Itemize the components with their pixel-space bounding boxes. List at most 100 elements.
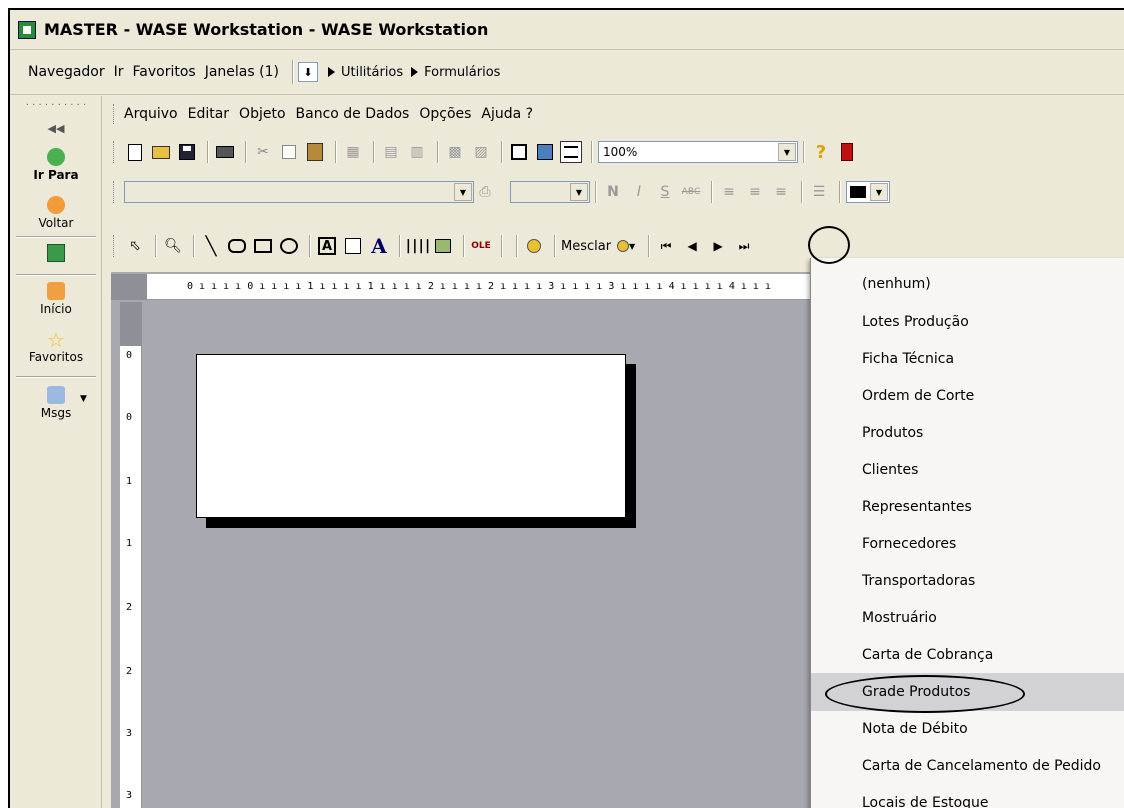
align-button[interactable]: ▦	[342, 141, 364, 163]
memo-button[interactable]	[342, 235, 364, 257]
chevron-down-icon[interactable]: ▼	[80, 394, 87, 404]
menu-opcoes[interactable]: Opções	[419, 106, 471, 122]
barcode-icon: ||||	[404, 238, 432, 254]
menu-item-lotes-producao[interactable]: Lotes Produção	[811, 303, 1124, 341]
nav-down-arrow-button[interactable]: ⬇	[297, 62, 318, 82]
merge-dropdown-button[interactable]: ▼	[613, 235, 639, 257]
datasource-button[interactable]	[523, 235, 545, 257]
view-button-1[interactable]	[508, 141, 530, 163]
collapse-chevron-icon[interactable]: ◀◀	[10, 122, 102, 135]
menu-objeto[interactable]: Objeto	[239, 106, 285, 122]
menu-item-carta-de-cancelamento[interactable]: Carta de Cancelamento de Pedido	[811, 747, 1124, 785]
grid2-button[interactable]: ▥	[406, 141, 428, 163]
ole-button[interactable]: OLE	[470, 235, 492, 257]
menu-item-mostruario[interactable]: Mostruário	[811, 599, 1124, 637]
zoom-button[interactable]: 🔍︎	[162, 235, 184, 257]
next-record-button[interactable]: ▶	[707, 235, 729, 257]
menu-item-nenhum[interactable]: (nenhum)	[811, 265, 1124, 303]
chevron-down-icon[interactable]: ▼	[778, 143, 796, 161]
copy-button[interactable]	[278, 141, 300, 163]
menu-item-ficha-tecnica[interactable]: Ficha Técnica	[811, 340, 1124, 378]
menu-item-produtos[interactable]: Produtos	[811, 414, 1124, 452]
chevron-down-icon[interactable]: ▼	[454, 183, 472, 201]
report-rectangle[interactable]	[196, 354, 626, 518]
sidebar-item-msgs[interactable]: Msgs ▼	[10, 386, 102, 420]
toolbar-separator	[155, 235, 157, 257]
menu-item-representantes[interactable]: Representantes	[811, 488, 1124, 526]
ruler-number: 2	[126, 602, 133, 613]
italic-button[interactable]: I	[628, 181, 650, 203]
menu-item-ordem-de-corte[interactable]: Ordem de Corte	[811, 377, 1124, 415]
menu-arquivo[interactable]: Arquivo	[124, 106, 178, 122]
rect-button[interactable]	[252, 235, 274, 257]
menu-item-locais-de-estoque[interactable]: Locais de Estoque	[811, 784, 1124, 808]
view-button-2[interactable]	[534, 141, 556, 163]
ungroup-button[interactable]: ▨	[470, 141, 492, 163]
breadcrumb-item-formularios[interactable]: Formulários	[424, 65, 500, 80]
line-button[interactable]: ╲	[200, 235, 222, 257]
barcode-button[interactable]: ||||	[404, 235, 432, 257]
prev-record-button[interactable]: ◀	[681, 235, 703, 257]
toolbar-separator	[373, 141, 375, 163]
menu-ir[interactable]: Ir	[114, 64, 124, 80]
sidebar-item-voltar[interactable]: Voltar	[10, 196, 102, 230]
toolbar-separator	[801, 181, 803, 203]
menu-editar[interactable]: Editar	[188, 106, 229, 122]
pointer-button[interactable]: ⬁	[124, 235, 146, 257]
refresh-button[interactable]	[10, 244, 102, 262]
chevron-down-icon[interactable]: ▼	[570, 183, 588, 201]
ellipse-button[interactable]	[278, 235, 300, 257]
menu-favoritos[interactable]: Favoritos	[133, 64, 196, 80]
menu-item-transportadoras[interactable]: Transportadoras	[811, 562, 1124, 600]
merge-dropdown-menu: (nenhum) Lotes Produção Ficha Técnica Or…	[810, 258, 1124, 808]
font-name-combo[interactable]: ▼	[124, 181, 474, 203]
horizontal-ruler: 0 ı ı ı ı 0 ı ı ı ı 1 ı ı ı ı 1 ı ı ı ı …	[147, 274, 827, 300]
menu-banco-de-dados[interactable]: Banco de Dados	[296, 106, 410, 122]
sidebar-item-inicio[interactable]: Início	[10, 282, 102, 316]
sidebar-item-favoritos[interactable]: ☆ Favoritos	[10, 330, 102, 364]
menu-navegador[interactable]: Navegador	[28, 64, 105, 80]
database-icon	[527, 239, 541, 253]
strike-button[interactable]: ABC	[680, 181, 702, 203]
paste-button[interactable]	[304, 141, 326, 163]
font-size-combo[interactable]: ▼	[510, 181, 590, 203]
save-button[interactable]	[176, 141, 198, 163]
list-button[interactable]: ☰	[808, 181, 830, 203]
chevron-down-icon[interactable]: ▼	[870, 183, 888, 201]
textbox-button[interactable]: A	[316, 235, 338, 257]
sidebar-item-ir-para[interactable]: Ir Para	[10, 148, 102, 182]
grid-button[interactable]: ▤	[380, 141, 402, 163]
align-left-icon: ≡	[723, 184, 735, 200]
sidebar-grip[interactable]: · · · · · · · · · ·	[10, 100, 102, 111]
menu-item-carta-de-cobranca[interactable]: Carta de Cobrança	[811, 636, 1124, 674]
image-button[interactable]	[432, 235, 454, 257]
first-record-button[interactable]: ⏮︎	[655, 235, 677, 257]
label-button[interactable]: A	[368, 234, 390, 258]
prev-record-icon: ◀	[687, 239, 697, 253]
last-record-button[interactable]: ⏭︎	[733, 235, 755, 257]
help-button[interactable]: ?	[810, 141, 832, 163]
print-button[interactable]	[214, 141, 236, 163]
print-dropdown-button[interactable]: ⎙	[474, 181, 496, 203]
breadcrumb-item-utilitarios[interactable]: Utilitários	[341, 65, 403, 80]
align-center-button[interactable]: ≡	[744, 181, 766, 203]
new-button[interactable]	[124, 141, 146, 163]
menu-ajuda[interactable]: Ajuda ?	[481, 106, 533, 122]
zoom-combo[interactable]: 100% ▼	[598, 141, 798, 163]
menu-item-nota-de-debito[interactable]: Nota de Débito	[811, 710, 1124, 748]
menu-janelas[interactable]: Janelas (1)	[205, 64, 279, 80]
exit-button[interactable]	[836, 141, 858, 163]
group-button[interactable]: ▩	[444, 141, 466, 163]
color-combo[interactable]: ▼	[846, 181, 890, 203]
open-button[interactable]	[150, 141, 172, 163]
menu-item-clientes[interactable]: Clientes	[811, 451, 1124, 489]
menu-item-fornecedores[interactable]: Fornecedores	[811, 525, 1124, 563]
align-right-button[interactable]: ≡	[770, 181, 792, 203]
help-icon: ?	[815, 141, 827, 163]
bold-button[interactable]: N	[602, 181, 624, 203]
rounded-rect-button[interactable]	[226, 235, 248, 257]
align-left-button[interactable]: ≡	[718, 181, 740, 203]
view-button-3[interactable]	[560, 141, 582, 163]
underline-button[interactable]: S	[654, 181, 676, 203]
cut-button[interactable]: ✂	[252, 141, 274, 163]
